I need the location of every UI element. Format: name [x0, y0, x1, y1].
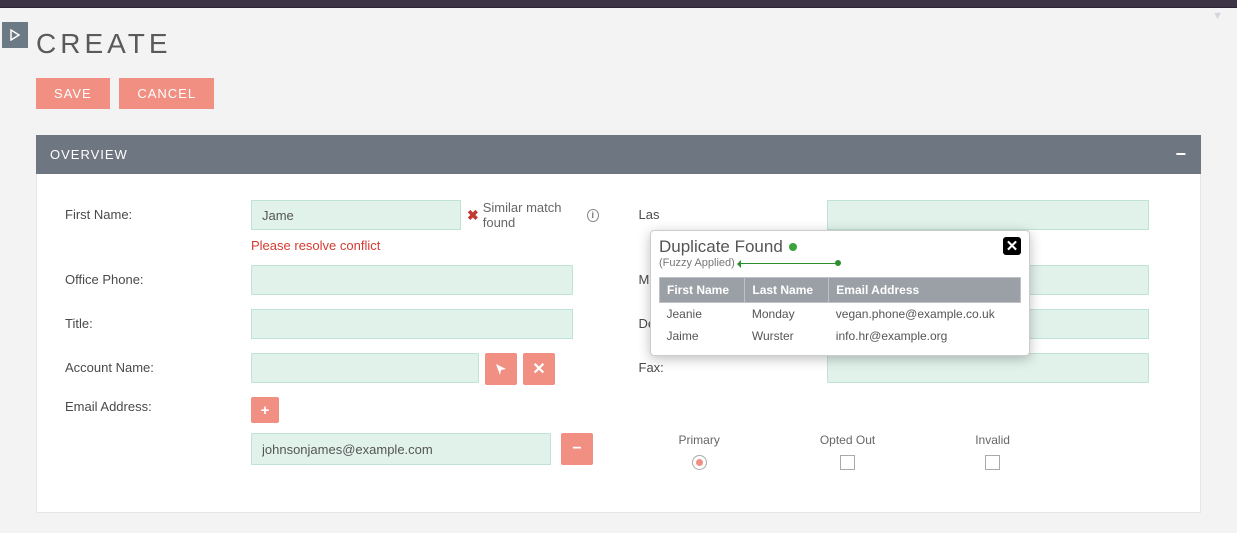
dup-email: info.hr@example.org [829, 325, 1021, 347]
office-phone-input[interactable] [251, 265, 573, 295]
status-dot-icon [789, 243, 797, 251]
col-last-name: Last Name [745, 277, 829, 302]
email-address-label: Email Address: [65, 397, 251, 414]
first-name-label: First Name: [65, 200, 251, 222]
x-icon: ✕ [532, 359, 545, 379]
fax-label: Fax: [639, 353, 679, 375]
last-name-label: Las [639, 200, 667, 222]
account-select-button[interactable] [485, 353, 517, 385]
minus-icon: − [572, 440, 581, 458]
info-icon[interactable]: i [587, 209, 599, 222]
collapse-icon[interactable]: − [1175, 144, 1187, 165]
first-name-input[interactable] [251, 200, 461, 230]
dup-first-name[interactable]: Jaime [667, 329, 699, 343]
invalid-label: Invalid [975, 433, 1010, 447]
col-email: Email Address [829, 277, 1021, 302]
opted-out-checkbox[interactable] [840, 455, 855, 470]
conflict-message: Please resolve conflict [251, 238, 599, 253]
save-button[interactable]: SAVE [36, 78, 110, 109]
table-row[interactable]: Jeanie Monday vegan.phone@example.co.uk [660, 302, 1021, 325]
dup-last-name: Monday [745, 302, 829, 325]
similar-match-text: Similar match found [483, 200, 583, 230]
page-title: CREATE [36, 28, 1201, 60]
account-name-label: Account Name: [65, 353, 251, 375]
office-phone-label: Office Phone: [65, 265, 251, 287]
close-icon: ✕ [1006, 239, 1019, 254]
fax-input[interactable] [827, 353, 1149, 383]
last-name-input[interactable] [827, 200, 1149, 230]
plus-icon: + [261, 402, 270, 419]
overview-title: OVERVIEW [50, 147, 128, 162]
duplicate-title: Duplicate Found [659, 237, 783, 257]
account-name-input[interactable] [251, 353, 479, 383]
title-label: Title: [65, 309, 251, 331]
duplicate-subtitle: (Fuzzy Applied) [659, 257, 735, 270]
similar-match-notice: ✖ Similar match found i [467, 200, 599, 230]
remove-email-button[interactable]: − [561, 433, 593, 465]
overview-header[interactable]: OVERVIEW − [36, 135, 1201, 174]
dup-first-name[interactable]: Jeanie [667, 307, 702, 321]
dup-email: vegan.phone@example.co.uk [829, 302, 1021, 325]
duplicate-popup: Duplicate Found (Fuzzy Applied) ✕ First … [650, 230, 1030, 356]
primary-radio[interactable] [692, 455, 707, 470]
table-row[interactable]: Jaime Wurster info.hr@example.org [660, 325, 1021, 347]
arrow-annotation-icon [738, 263, 838, 264]
top-bar [0, 0, 1237, 8]
email-input[interactable] [251, 433, 551, 465]
primary-label: Primary [679, 433, 720, 447]
invalid-checkbox[interactable] [985, 455, 1000, 470]
account-clear-button[interactable]: ✕ [523, 353, 555, 385]
action-bar: SAVE CANCEL [36, 78, 1201, 109]
add-email-button[interactable]: + [251, 397, 279, 423]
x-icon: ✖ [467, 207, 479, 224]
cursor-icon [494, 362, 508, 376]
cancel-button[interactable]: CANCEL [119, 78, 214, 109]
dup-last-name: Wurster [745, 325, 829, 347]
title-input[interactable] [251, 309, 573, 339]
close-popup-button[interactable]: ✕ [1003, 237, 1021, 255]
col-first-name: First Name [660, 277, 745, 302]
duplicate-table: First Name Last Name Email Address Jeani… [659, 277, 1021, 347]
opted-out-label: Opted Out [820, 433, 875, 447]
